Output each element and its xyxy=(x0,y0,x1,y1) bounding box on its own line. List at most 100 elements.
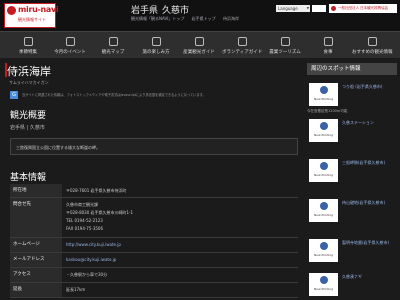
row-value: 〒028-7601 岩手県久慈市侍浜町 xyxy=(66,188,127,193)
row-value: ・久慈駅から車で30分 xyxy=(66,272,108,277)
spot-thumbnail: Now Printing xyxy=(309,159,338,182)
spot-link[interactable]: つり船 (岩手県久慈市) xyxy=(342,84,382,90)
spot-thumbnail: Now Printing xyxy=(309,83,338,106)
nearby-spots-sidebar: 周辺のスポット情報 Now Printing つり船 (岩手県久慈市) 今在宮基… xyxy=(307,58,400,300)
overview-heading: 観光概要 xyxy=(10,111,47,121)
nearby-spot[interactable]: Now Printing 久慈ステーション xyxy=(307,116,397,146)
page-title: 侍浜海岸 xyxy=(7,65,51,78)
spot-link[interactable]: 久慈ステーション xyxy=(342,120,374,126)
row-key: 問合せ先 xyxy=(10,198,62,237)
nav-label: 旅の楽しみ方 xyxy=(142,50,170,55)
language-select[interactable]: Language xyxy=(276,5,310,12)
row-key: ホームページ xyxy=(10,238,62,252)
description-text: 三陸復興国立公園に位置する雄大な断崖の岬。 xyxy=(16,145,100,150)
nav-label: おすすめの観光情報 xyxy=(352,50,393,55)
table-row: 延長 延長17km xyxy=(10,283,298,298)
map-icon xyxy=(109,37,118,46)
nav-item-industry[interactable]: 産業観光ガイド xyxy=(179,32,219,59)
nav-label: 産業観光ガイド xyxy=(183,50,215,55)
breadcrumb-pref[interactable]: 岩手県トップ xyxy=(192,16,216,21)
nav-item-recommend[interactable]: おすすめの観光情報 xyxy=(352,32,393,59)
translate-notice: G 当サイトに掲載された情報は、フォトストックメディアや電子書式はJavascr… xyxy=(10,91,300,99)
thumb-text: Now Printing xyxy=(313,213,334,217)
site-logo[interactable]: miru-navi 観光情報サイト xyxy=(4,3,59,28)
jnto-logo[interactable]: 一般社団法人 日本観光振興協会 xyxy=(329,4,397,13)
nav-label: 観光マップ xyxy=(101,50,125,55)
thumb-text: Now Printing xyxy=(313,173,334,177)
nearby-spot[interactable]: Now Printing つり船 (岩手県久慈市) 今在宮基延長1200m可能 xyxy=(307,80,397,113)
nav-label: 今月のイベント xyxy=(54,50,86,55)
spot-link[interactable]: 久慈湊ナギ xyxy=(342,274,362,280)
nearby-spot[interactable]: Now Printing 侍山礎地(岩手県久慈市) xyxy=(307,196,397,226)
row-key: 延長 xyxy=(10,283,62,297)
row-value: 久慈市商工観光課 xyxy=(66,202,98,207)
nav-item-volunteer[interactable]: ボランティアガイド xyxy=(222,32,262,59)
sidebar-title: 周辺のスポット情報 xyxy=(307,63,397,75)
nav-item-map[interactable]: 観光マップ xyxy=(93,32,133,59)
breadcrumb-current: 侍浜海岸 xyxy=(222,16,239,21)
row-key: メールアドレス xyxy=(10,253,62,267)
spot-link[interactable]: 聖明寺地層(岩手県久慈市) xyxy=(342,240,389,246)
search-input[interactable] xyxy=(312,5,326,12)
spot-link[interactable]: 侍山礎地(岩手県久慈市) xyxy=(342,200,385,206)
breadcrumb: 観光情報「観るNAVI」トップ 岩手県トップ 侍浜海岸 xyxy=(131,16,245,22)
nearby-spot[interactable]: Now Printing 久慈湊ナギ xyxy=(307,270,397,300)
placeholder-icon xyxy=(320,242,328,250)
thumb-text: Now Printing xyxy=(313,133,334,137)
page-title-reading: サムライハマカイガン xyxy=(9,80,49,85)
basic-info-heading: 基本情報 xyxy=(10,173,47,183)
placeholder-icon xyxy=(320,86,328,94)
spot-sub: 今在宮基延長1200m可能 xyxy=(307,109,348,113)
row-key: アクセス xyxy=(10,268,62,282)
prefecture-title: 岩手県 xyxy=(131,6,159,16)
table-row: ホームページ http://www.city.kuji.iwate.jp xyxy=(10,238,298,253)
city-title: 久慈市 xyxy=(162,6,190,16)
page: miru-navi 観光情報サイト 岩手県 久慈市 観光情報「観るNAVI」トッ… xyxy=(0,0,400,300)
nav-label: 農業ツーリズム xyxy=(269,50,301,55)
placeholder-icon xyxy=(320,276,328,284)
leaf-icon xyxy=(24,37,33,46)
nav-item-food[interactable]: 食事 xyxy=(308,32,348,59)
email-link[interactable]: kankou@city.kuji.iwate.jp xyxy=(66,256,116,263)
food-icon xyxy=(324,37,333,46)
main-nav: 季節特集 今月のイベント 観光マップ 旅の楽しみ方 産業観光ガイド ボランティア… xyxy=(0,31,400,58)
row-value: TEL 0194-52-2123 xyxy=(66,218,103,223)
logo-sub: 観光情報サイト xyxy=(18,17,46,22)
thumb-text: Now Printing xyxy=(313,97,334,101)
logo-text: miru-navi xyxy=(18,5,59,14)
nav-label: 季節特集 xyxy=(19,50,37,55)
table-row: 問合せ先 久慈市商工観光課 〒028-8030 岩手県久慈市川崎町1-1 TEL… xyxy=(10,198,298,238)
spot-link[interactable]: 三船岬跡(岩手県久慈市) xyxy=(342,160,385,166)
site-header: miru-navi 観光情報サイト 岩手県 久慈市 観光情報「観るNAVI」トッ… xyxy=(0,0,400,31)
nav-label: ボランティアガイド xyxy=(222,50,263,55)
row-value: FAX 0194-75-3506 xyxy=(66,226,104,231)
homepage-link[interactable]: http://www.city.kuji.iwate.jp xyxy=(66,241,121,248)
table-row: 所在地 〒028-7601 岩手県久慈市侍浜町 xyxy=(10,184,298,198)
nearby-spot[interactable]: Now Printing 聖明寺地層(岩手県久慈市) xyxy=(307,236,397,266)
star-icon xyxy=(368,37,377,46)
row-value: 延長17km xyxy=(66,287,86,292)
location-text: 岩手県 | 久慈市 xyxy=(10,125,45,131)
nav-item-farm[interactable]: 農業ツーリズム xyxy=(265,32,305,59)
placeholder-icon xyxy=(320,162,328,170)
nav-item-enjoy[interactable]: 旅の楽しみ方 xyxy=(136,32,176,59)
factory-icon xyxy=(195,37,204,46)
row-value: 〒028-8030 岩手県久慈市川崎町1-1 xyxy=(66,210,134,215)
nav-label: 食事 xyxy=(323,50,333,55)
row-key: 所在地 xyxy=(10,184,62,197)
placeholder-icon xyxy=(320,122,328,130)
translate-note: 当サイトに掲載された情報は、フォトストックメディアや電子書式はJavascrip… xyxy=(22,93,206,97)
nav-item-events[interactable]: 今月のイベント xyxy=(50,32,90,59)
logo-mark-icon xyxy=(7,6,16,15)
thumb-text: Now Printing xyxy=(313,253,334,257)
table-row: メールアドレス kankou@city.kuji.iwate.jp xyxy=(10,253,298,268)
spot-thumbnail: Now Printing xyxy=(309,273,338,296)
translate-icon[interactable]: G xyxy=(10,91,18,99)
guide-icon xyxy=(238,37,247,46)
breadcrumb-home[interactable]: 観光情報「観るNAVI」トップ xyxy=(131,16,184,21)
spot-thumbnail: Now Printing xyxy=(309,119,338,142)
thumb-text: Now Printing xyxy=(313,287,334,291)
nearby-spot[interactable]: Now Printing 三船岬跡(岩手県久慈市) xyxy=(307,156,397,186)
description-box: 三陸復興国立公園に位置する雄大な断崖の岬。 xyxy=(10,138,298,155)
nav-item-season[interactable]: 季節特集 xyxy=(8,32,48,59)
